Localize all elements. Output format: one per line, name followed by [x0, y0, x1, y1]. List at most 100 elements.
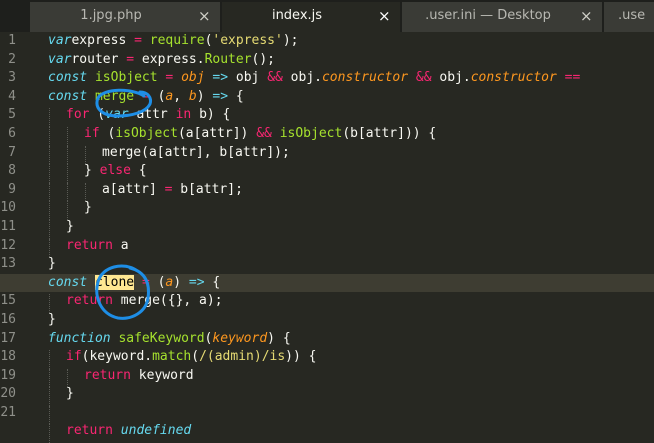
code-line[interactable]: const isObject = obj => obj && obj.const… [48, 69, 654, 88]
code-token: merge [94, 88, 135, 104]
code-token: ( [149, 274, 166, 290]
tab-1-jpg-php[interactable]: 1.jpg.php × [30, 2, 220, 32]
code-token: if [66, 349, 82, 365]
code-token: var [48, 51, 72, 67]
line-number: 15 [0, 293, 16, 309]
code-token: /(admin)/is [199, 349, 286, 365]
code-token: const [48, 274, 88, 290]
code-line[interactable]: } [48, 255, 654, 274]
code-token: constructor [321, 70, 409, 86]
tab-user-ini[interactable]: .user.ini — Desktop × [402, 2, 602, 32]
code-token: } [48, 256, 56, 272]
code-line[interactable] [48, 404, 654, 425]
close-icon[interactable]: × [198, 2, 211, 30]
code-token: if [84, 125, 100, 141]
code-token: && [267, 70, 283, 86]
code-token: constructor [470, 70, 557, 86]
code-token: ) [173, 274, 189, 290]
tab-index-js[interactable]: index.js × [222, 2, 400, 32]
code-token: ) { [267, 330, 291, 346]
code-token: 'express' [212, 33, 283, 48]
line-number: 13 [0, 256, 16, 272]
code-token: && [256, 125, 272, 141]
code-token: return [66, 293, 113, 309]
code-line[interactable]: } [48, 218, 654, 239]
code-token: isObject [115, 125, 178, 141]
code-area[interactable]: varexpress = require('express'); varroute… [0, 32, 654, 443]
tab-user-ini-2[interactable]: .use [604, 2, 654, 32]
code-token: express. [134, 51, 205, 67]
code-token: else [99, 163, 131, 179]
code-line[interactable]: } [48, 199, 654, 220]
close-icon[interactable]: × [378, 2, 391, 30]
code-token: { [204, 274, 221, 290]
code-token: == [564, 70, 581, 86]
code-token: match [152, 349, 192, 365]
code-token: = [141, 88, 150, 104]
line-number: 11 [0, 218, 16, 234]
code-line[interactable]: const merge = (a, b) => { [48, 88, 654, 107]
code-token: for [66, 107, 90, 123]
code-line[interactable]: return a [48, 237, 654, 258]
line-number: 18 [0, 349, 16, 365]
line-number: 6 [8, 125, 16, 141]
code-token: , [173, 88, 189, 104]
code-line[interactable]: return keyword [48, 367, 654, 388]
tab-label: index.js [271, 8, 323, 23]
code-line[interactable]: function safeKeyword(keyword) { [48, 330, 654, 349]
line-number: 10 [0, 200, 16, 216]
code-token: (keyword. [81, 349, 153, 365]
code-token: const [48, 70, 88, 86]
code-token: merge({}, a); [112, 293, 223, 309]
code-token: ( [89, 107, 106, 123]
code-token: (a[attr]) [177, 125, 257, 141]
line-number: 5 [8, 107, 16, 123]
code-token: = [126, 51, 135, 67]
code-token: (); [251, 51, 276, 67]
code-line[interactable]: } [48, 385, 654, 406]
code-line[interactable]: a[attr] = b[attr]; [48, 181, 654, 202]
code-token: ( [191, 349, 200, 365]
code-token: Router [204, 51, 252, 67]
code-editor[interactable]: 123456789101112131415161718192021 varexp… [0, 32, 654, 443]
line-number: 16 [0, 311, 16, 327]
code-token: } [66, 218, 74, 234]
code-token: } [84, 163, 100, 179]
code-token: attr [128, 107, 176, 123]
code-token: => [212, 70, 229, 86]
code-line[interactable]: const clone = (a) => { [0, 273, 654, 293]
code-token: keyword [212, 330, 268, 346]
code-line[interactable]: for (var attr in b) { [48, 106, 654, 127]
code-line[interactable]: varexpress = require('express'); [48, 32, 654, 51]
code-line[interactable]: varrouter = express.Router(); [48, 51, 654, 70]
code-line[interactable]: return undefined [48, 422, 654, 443]
code-token: return [66, 237, 113, 253]
code-token: return [84, 367, 131, 383]
line-number: 17 [0, 330, 16, 346]
line-number: 8 [8, 163, 16, 179]
code-token: merge(a[attr], b[attr]); [102, 144, 290, 160]
code-line[interactable]: } [48, 311, 654, 330]
code-line[interactable]: if (isObject(a[attr]) && isObject(b[attr… [48, 125, 654, 146]
code-line[interactable]: } else { [48, 162, 654, 183]
line-number: 9 [8, 181, 16, 197]
code-line[interactable]: if(keyword.match(/(admin)/is)) { [48, 348, 654, 369]
code-token: obj. [282, 70, 322, 86]
tab-label: 1.jpg.php [80, 8, 142, 23]
close-icon[interactable]: × [580, 2, 593, 30]
code-token: undefined [120, 423, 192, 439]
code-line[interactable]: merge(a[attr], b[attr]); [48, 144, 654, 165]
tab-label: .use [618, 8, 646, 23]
code-token: isObject [94, 70, 158, 86]
code-line[interactable]: return merge({}, a); [48, 292, 654, 313]
code-token: var [48, 33, 72, 48]
line-number: 2 [8, 51, 16, 67]
line-number: 7 [8, 144, 16, 160]
code-token: ( [149, 88, 166, 104]
code-token: && [415, 70, 432, 86]
